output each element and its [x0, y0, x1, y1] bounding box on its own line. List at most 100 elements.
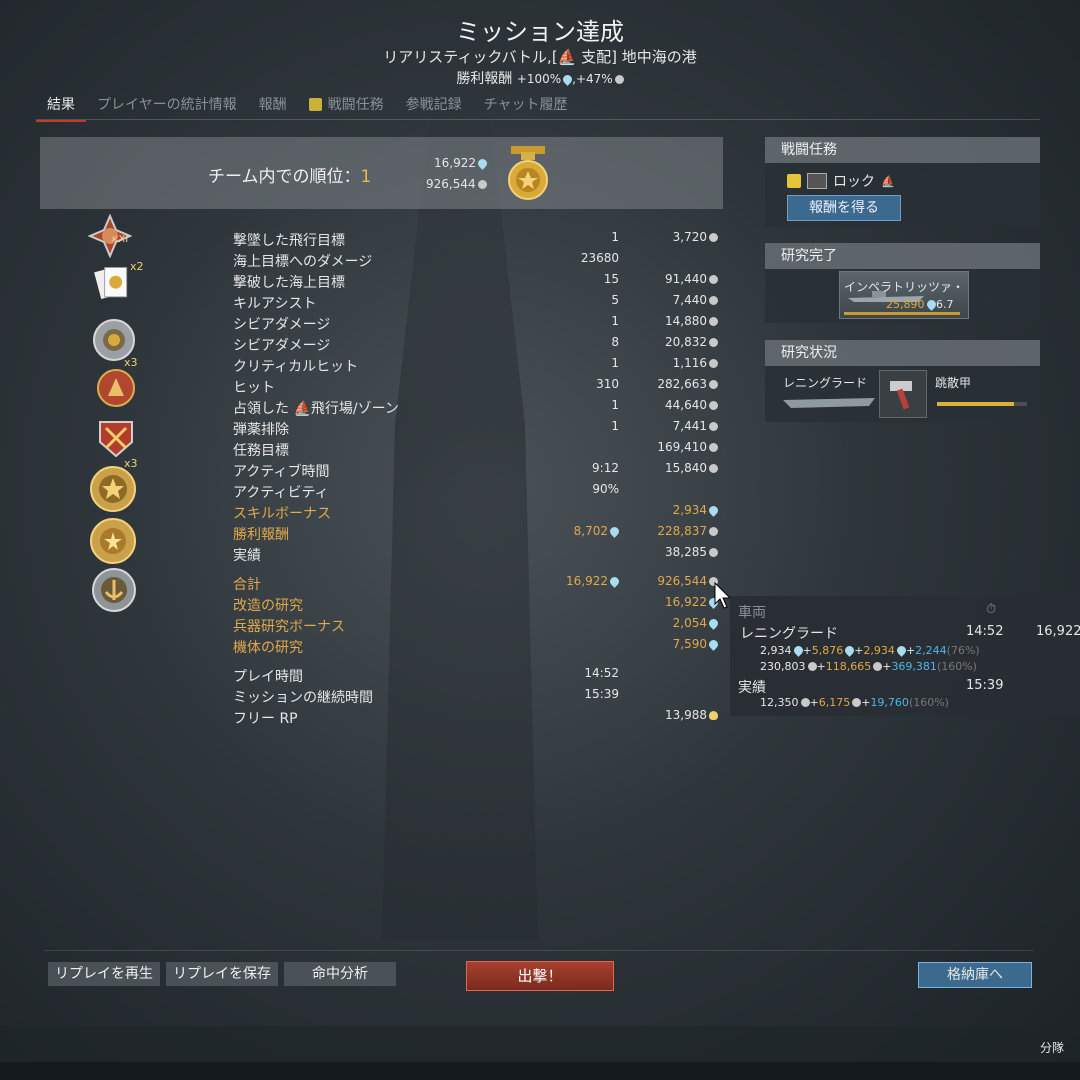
tab-label: 結果: [47, 97, 75, 113]
silver-lions-icon: [477, 180, 487, 189]
stat-row: 撃破した海上目標 15 91,440: [233, 272, 723, 292]
stat-value-a: 16,922: [566, 574, 621, 588]
module-progress-track: [937, 402, 1027, 406]
stat-value-a: 1: [611, 419, 619, 433]
replay-play-button[interactable]: リプレイを再生: [48, 962, 160, 986]
tooltip-sl-line: 230,803 +118,665 +369,381(160%): [760, 660, 977, 673]
rp-icon: [608, 525, 621, 538]
silver-lions-icon: [709, 359, 718, 368]
victory-reward-line: 勝利報酬 +100% ,+47%: [0, 68, 1080, 88]
stat-label: 改造の研究: [233, 598, 303, 614]
mission-row: ロック ⛵: [787, 171, 895, 191]
stat-value-a: 15: [604, 272, 619, 286]
stat-value-text: 7,440: [672, 293, 707, 307]
stat-value-text: 1: [611, 419, 619, 433]
tooltip-achievement-line: 12,350 +6,175 +19,760(160%): [760, 696, 949, 709]
team-rank-label: チーム内での順位：1: [208, 162, 371, 187]
tooltip-value: 2,244: [915, 644, 947, 657]
stat-label: クリティカルヒット: [233, 359, 359, 375]
sortie-button[interactable]: 出撃！: [466, 961, 614, 991]
silver-lions-icon: [709, 296, 718, 305]
tab-label: 報酬: [258, 97, 287, 113]
stat-row: キルアシスト 5 7,440: [233, 293, 723, 313]
award-crossed-swords-icon: [99, 421, 133, 458]
stat-value-text: 228,837: [657, 524, 707, 538]
stat-value-a: 9:12: [592, 461, 619, 475]
clock-icon: ⏱: [986, 602, 997, 617]
rp-icon: [843, 644, 857, 657]
stat-value-text: 44,640: [665, 398, 707, 412]
ship-icon: ⛵: [881, 174, 895, 188]
vehicle-card-imperatritsa[interactable]: インペラトリッツァ・ 25,890 6.7: [839, 271, 969, 319]
stat-value-text: 23680: [580, 251, 619, 265]
stat-label: 撃墜した飛行目標: [233, 233, 345, 249]
stat-row: シビアダメージ 8 20,832: [233, 335, 723, 355]
rp-icon: [791, 644, 805, 657]
stat-value-text: 7,441: [672, 419, 707, 433]
stat-row: 撃墜した飛行目標 1 3,720: [233, 230, 723, 250]
stat-value-b: 282,663: [657, 377, 718, 391]
tab-label: 戦闘任務: [327, 97, 384, 113]
tooltip-time: 14:52: [966, 624, 1004, 639]
stat-value-b: 1,116: [673, 356, 718, 370]
to-hangar-button[interactable]: 格納庫へ: [918, 962, 1032, 988]
tab-battle-log[interactable]: 参戦記録: [395, 92, 473, 122]
checkbox-icon: [787, 174, 801, 188]
tab-player-stats[interactable]: プレイヤーの統計情報: [86, 92, 248, 122]
stat-row: 勝利報酬 8,702 228,837: [233, 524, 723, 544]
tooltip-achievement-time: 15:39: [966, 678, 1004, 693]
stat-row: 機体の研究 7,590: [233, 637, 723, 657]
tooltip-value: 19,760: [870, 696, 909, 709]
vehicle-rp: 25,890: [886, 298, 938, 311]
research-vehicle-name: レニングラード: [783, 376, 868, 390]
stat-value-b: 7,440: [673, 293, 718, 307]
hammer-icon: [890, 381, 912, 410]
stat-value-b: 3,720: [673, 230, 718, 244]
stat-label: フリー RP: [233, 711, 298, 727]
stat-value-a: 5: [611, 293, 619, 307]
award-gold-wreath-icon: [90, 518, 136, 564]
tab-rewards[interactable]: 報酬: [248, 92, 298, 122]
squad-button[interactable]: 分隊: [1040, 1039, 1064, 1056]
stat-value-text: 9:12: [592, 461, 619, 475]
tab-chat-history[interactable]: チャット履歴: [473, 92, 579, 122]
stat-label: シビアダメージ: [233, 338, 331, 354]
vehicle-tooltip: 車両 ⏱ レニングラード 14:52 16,922 2,934 +5,876 +2,…: [730, 596, 1080, 716]
silver-lions-icon: [709, 401, 718, 410]
vehicle-br: 6.7: [936, 298, 954, 311]
hit-analysis-button[interactable]: 命中分析: [284, 962, 396, 986]
victory-reward-rp: +100%: [516, 72, 562, 86]
stat-value-a: 1: [611, 356, 619, 370]
bulb-icon: [709, 711, 718, 720]
rp-icon: [707, 617, 720, 630]
stat-row: アクティビティ 90%: [233, 482, 723, 502]
tab-divider: [36, 119, 1040, 120]
module-hammer-icon[interactable]: [879, 370, 927, 418]
tab-battle-tasks[interactable]: 戦闘任務: [298, 92, 395, 122]
stat-label: 海上目標へのダメージ: [233, 254, 373, 270]
tab-results[interactable]: 結果: [36, 92, 86, 122]
stat-value-text: 8: [611, 335, 619, 349]
stat-value-text: 38,285: [665, 545, 707, 559]
claim-reward-button[interactable]: 報酬を得る: [787, 195, 901, 221]
stat-value-b: 20,832: [665, 335, 718, 349]
stat-row: 弾薬排除 1 7,441: [233, 419, 723, 439]
tooltip-value: 12,350: [760, 696, 799, 709]
silver-lions-icon: [873, 662, 883, 671]
stat-value-a: 1: [611, 230, 619, 244]
stat-label: 撃破した海上目標: [233, 275, 345, 291]
silver-lions-icon: [709, 548, 718, 557]
silver-lions-icon: [709, 464, 718, 473]
silver-lions-icon: [807, 662, 817, 671]
stat-label: 任務目標: [233, 443, 289, 459]
award-cards-icon: [94, 267, 128, 299]
silver-lions-icon: [614, 75, 624, 84]
replay-save-button[interactable]: リプレイを保存: [166, 962, 278, 986]
panel-header: 戦闘任務: [765, 137, 1040, 163]
stat-value-b: 38,285: [665, 545, 718, 559]
stat-value-a: 310: [596, 377, 619, 391]
stat-row: ヒット 310 282,663: [233, 377, 723, 397]
rank-rp-value: 16,922: [434, 156, 476, 170]
stat-value-text: 169,410: [657, 440, 707, 454]
award-badge: x3: [124, 356, 138, 369]
